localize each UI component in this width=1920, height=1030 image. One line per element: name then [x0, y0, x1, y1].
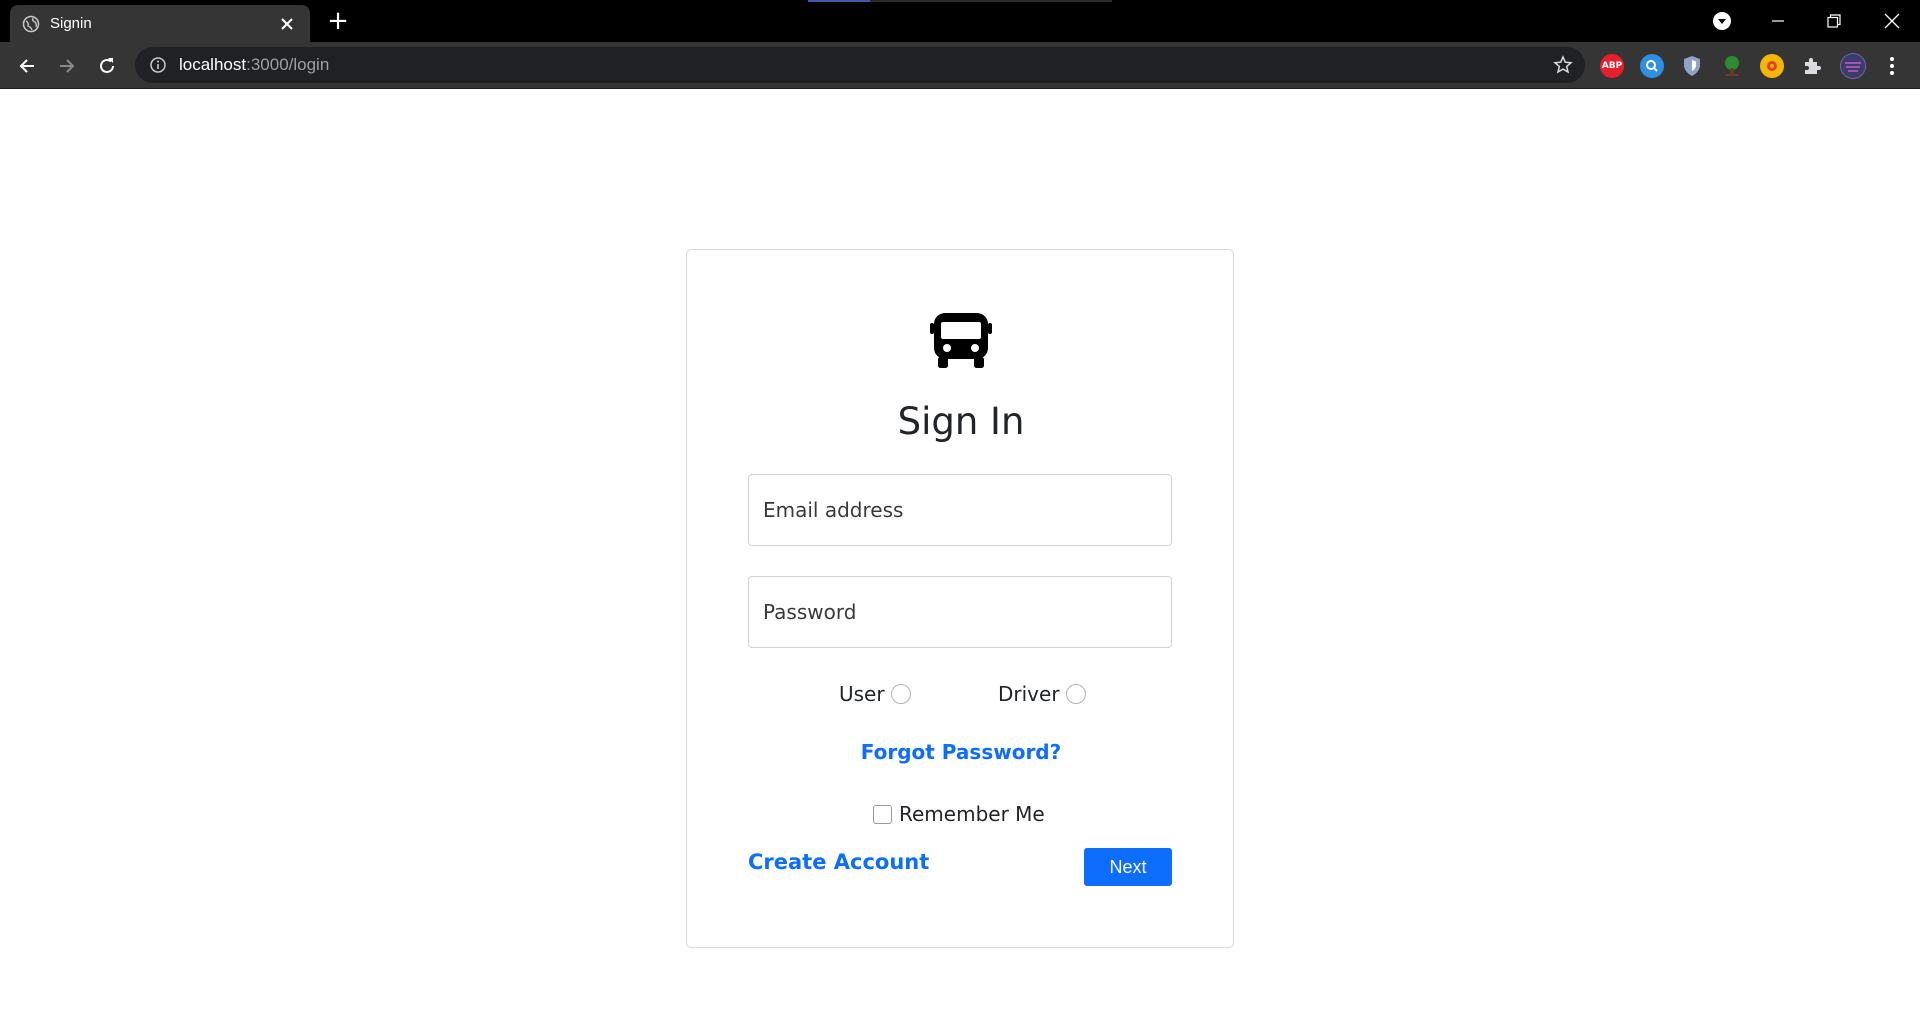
back-icon[interactable] [13, 52, 41, 80]
role-driver-radio[interactable] [1065, 684, 1086, 704]
minimize-icon[interactable] [1750, 0, 1806, 42]
shield-extension-icon[interactable] [1680, 54, 1704, 78]
next-button[interactable]: Next [1084, 848, 1172, 886]
menu-kebab-icon[interactable] [1880, 54, 1904, 78]
tree-extension-icon[interactable] [1720, 54, 1744, 78]
remember-me-checkbox[interactable] [873, 804, 892, 824]
page-title: Sign In [897, 400, 1025, 443]
signin-card: Sign In User Driver Forgot Password? Rem… [686, 249, 1234, 948]
globe-icon [22, 15, 40, 33]
search-extension-icon[interactable] [1640, 54, 1664, 78]
bookmark-star-icon[interactable] [1553, 55, 1573, 75]
role-driver-label: Driver [998, 682, 1060, 706]
restore-icon[interactable] [1806, 0, 1862, 42]
tab-title: Signin [50, 15, 92, 32]
puzzle-extensions-icon[interactable] [1800, 54, 1824, 78]
site-info-icon[interactable] [149, 56, 167, 74]
create-account-link[interactable]: Create Account [748, 850, 929, 874]
url-path: :3000/login [246, 55, 330, 74]
bus-icon [930, 310, 992, 372]
password-field[interactable] [748, 576, 1172, 648]
role-driver-option[interactable]: Driver [998, 679, 1086, 709]
adblock-label: ABP [1601, 61, 1623, 71]
forgot-password-link[interactable]: Forgot Password? [687, 740, 1235, 764]
browser-tab[interactable]: Signin [10, 5, 310, 42]
tab-strip-indicator [808, 0, 1112, 2]
new-tab-button[interactable]: + [325, 8, 351, 34]
page-viewport: Sign In User Driver Forgot Password? Rem… [0, 89, 1920, 1030]
close-window-icon[interactable] [1864, 0, 1920, 42]
remember-me-label: Remember Me [899, 802, 1045, 826]
browser-toolbar: localhost:3000/login ABP [0, 42, 1920, 89]
role-user-label: User [839, 682, 885, 706]
role-user-option[interactable]: User [839, 679, 911, 709]
forward-icon[interactable] [53, 52, 81, 80]
media-control-icon[interactable] [1694, 0, 1750, 42]
color-extension-icon[interactable] [1760, 54, 1784, 78]
close-tab-icon[interactable] [276, 13, 298, 35]
email-field[interactable] [748, 474, 1172, 546]
browser-tab-bar: Signin + [0, 0, 1920, 42]
reload-icon[interactable] [93, 52, 121, 80]
address-bar[interactable]: localhost:3000/login [135, 47, 1585, 83]
adblock-plus-icon[interactable]: ABP [1600, 54, 1624, 78]
role-user-radio[interactable] [890, 684, 911, 704]
profile-avatar[interactable] [1840, 53, 1866, 79]
remember-me-option[interactable]: Remember Me [873, 801, 1045, 827]
url-host: localhost [179, 55, 247, 74]
